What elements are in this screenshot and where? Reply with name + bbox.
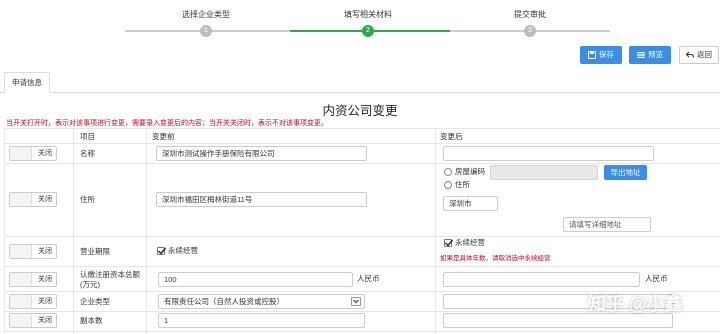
type-before-select[interactable]: 有限责任公司（自然人投资或控股） (158, 294, 365, 309)
capital-before-unit: 人民币 (357, 274, 380, 283)
list-icon (637, 52, 645, 59)
toggle-knob (10, 193, 32, 206)
step-1-label: 选择企业类型 (182, 10, 230, 19)
toggle-label: 关闭 (38, 196, 52, 203)
col-divider (146, 128, 147, 334)
name-change-toggle[interactable]: 关闭 (9, 146, 57, 161)
type-change-toggle[interactable]: 关闭 (9, 294, 57, 309)
col-divider (435, 128, 436, 334)
export-address-label: 导出地址 (610, 168, 641, 177)
tab-bar-divider (0, 92, 720, 93)
house-code-field[interactable] (490, 165, 598, 180)
toggle-label: 关闭 (38, 276, 52, 283)
toggle-knob (10, 273, 32, 286)
address-before-field[interactable]: 深圳市福田区梅林街道11号 (156, 192, 367, 207)
name-before-field[interactable]: 深圳市测试操作手册保险有限公司 (156, 146, 367, 161)
preview-button-label: 预览 (648, 50, 663, 59)
toggle-knob (10, 147, 32, 160)
page-title: 内资公司变更 (322, 104, 398, 118)
row-divider (4, 163, 720, 164)
row-divider (4, 128, 720, 129)
capital-change-toggle[interactable]: 关闭 (9, 272, 57, 287)
copies-label: 副本数 (80, 316, 103, 325)
preview-button[interactable]: 预览 (629, 46, 671, 64)
step-1-dot: 1 (200, 25, 212, 37)
perpetual-before-checkbox[interactable] (157, 247, 167, 255)
capital-after-unit: 人民币 (645, 274, 668, 283)
term-change-toggle[interactable]: 关闭 (9, 244, 57, 259)
capital-after-field[interactable] (443, 272, 640, 287)
step-2-label: 填写相关材料 (344, 10, 392, 19)
address-change-toggle[interactable]: 关闭 (9, 192, 57, 207)
switch-notice: 当开关打开时，表示对该事项进行变更，需要录入变更后的内容；当开关关闭时，表示不对… (6, 120, 328, 127)
capital-label-line1: 认缴注册资本总额 (80, 270, 140, 279)
row-divider (4, 236, 720, 237)
capital-before-field[interactable]: 100 (158, 272, 353, 287)
row-divider (4, 266, 720, 267)
type-before-value: 有限责任公司（自然人投资或控股） (164, 297, 284, 306)
watermark: 知乎 @小鑫 (588, 294, 683, 314)
tab-application-info[interactable]: 申请信息 (4, 72, 50, 93)
toggle-label: 关闭 (38, 298, 52, 305)
house-code-radio[interactable] (444, 168, 452, 176)
back-button-label: 返回 (697, 50, 712, 59)
step-3-dot: 3 (524, 25, 536, 37)
name-after-field[interactable] (443, 146, 654, 161)
header-after: 变更后 (440, 132, 463, 141)
toggle-label: 关闭 (38, 248, 52, 255)
name-label: 名称 (80, 149, 95, 158)
city-field[interactable]: 深圳市 (443, 196, 498, 211)
back-arrow-icon (686, 51, 694, 58)
address-detail-field[interactable]: 请填写详细地址 (563, 217, 651, 232)
toggle-knob (10, 295, 32, 308)
address-radio[interactable] (444, 181, 452, 189)
toggle-knob (10, 245, 32, 258)
row-divider (4, 143, 720, 144)
perpetual-after-checkbox[interactable] (444, 239, 454, 247)
save-button-label: 保存 (599, 50, 614, 59)
chevron-down-icon (351, 297, 361, 306)
type-label: 企业类型 (80, 297, 110, 306)
step-2-dot: 2 (362, 25, 374, 37)
address-option-label: 住所 (455, 180, 470, 189)
toggle-label: 关闭 (38, 317, 52, 324)
back-button[interactable]: 返回 (679, 46, 719, 64)
save-icon (588, 51, 596, 59)
progress-steps: 选择企业类型 1 填写相关材料 2 提交审批 3 (0, 0, 720, 44)
step-3-label: 提交审批 (514, 10, 546, 19)
copies-change-toggle[interactable]: 关闭 (9, 313, 57, 328)
capital-label-line2: (万元) (80, 280, 100, 289)
term-hint: 如果是具体年数，请取消选中永续经营 (440, 255, 551, 262)
address-label: 住所 (80, 195, 95, 204)
step-line-1 (125, 30, 205, 32)
save-button[interactable]: 保存 (580, 46, 622, 64)
checkmark-icon (445, 239, 454, 247)
perpetual-before-label: 永续经营 (168, 246, 198, 255)
toggle-knob (10, 314, 32, 327)
checkmark-icon (158, 247, 167, 255)
header-before: 变更前 (152, 132, 175, 141)
col-divider (4, 128, 5, 334)
header-item: 项目 (80, 132, 95, 141)
col-divider (73, 128, 74, 334)
perpetual-after-label: 永续经营 (455, 238, 485, 247)
toggle-label: 关闭 (38, 150, 52, 157)
house-code-label: 房屋编码 (455, 167, 485, 176)
export-address-button[interactable]: 导出地址 (604, 165, 647, 180)
row-divider (4, 331, 720, 332)
term-label: 营业期限 (80, 247, 110, 256)
copies-before-field[interactable]: 1 (158, 313, 365, 328)
